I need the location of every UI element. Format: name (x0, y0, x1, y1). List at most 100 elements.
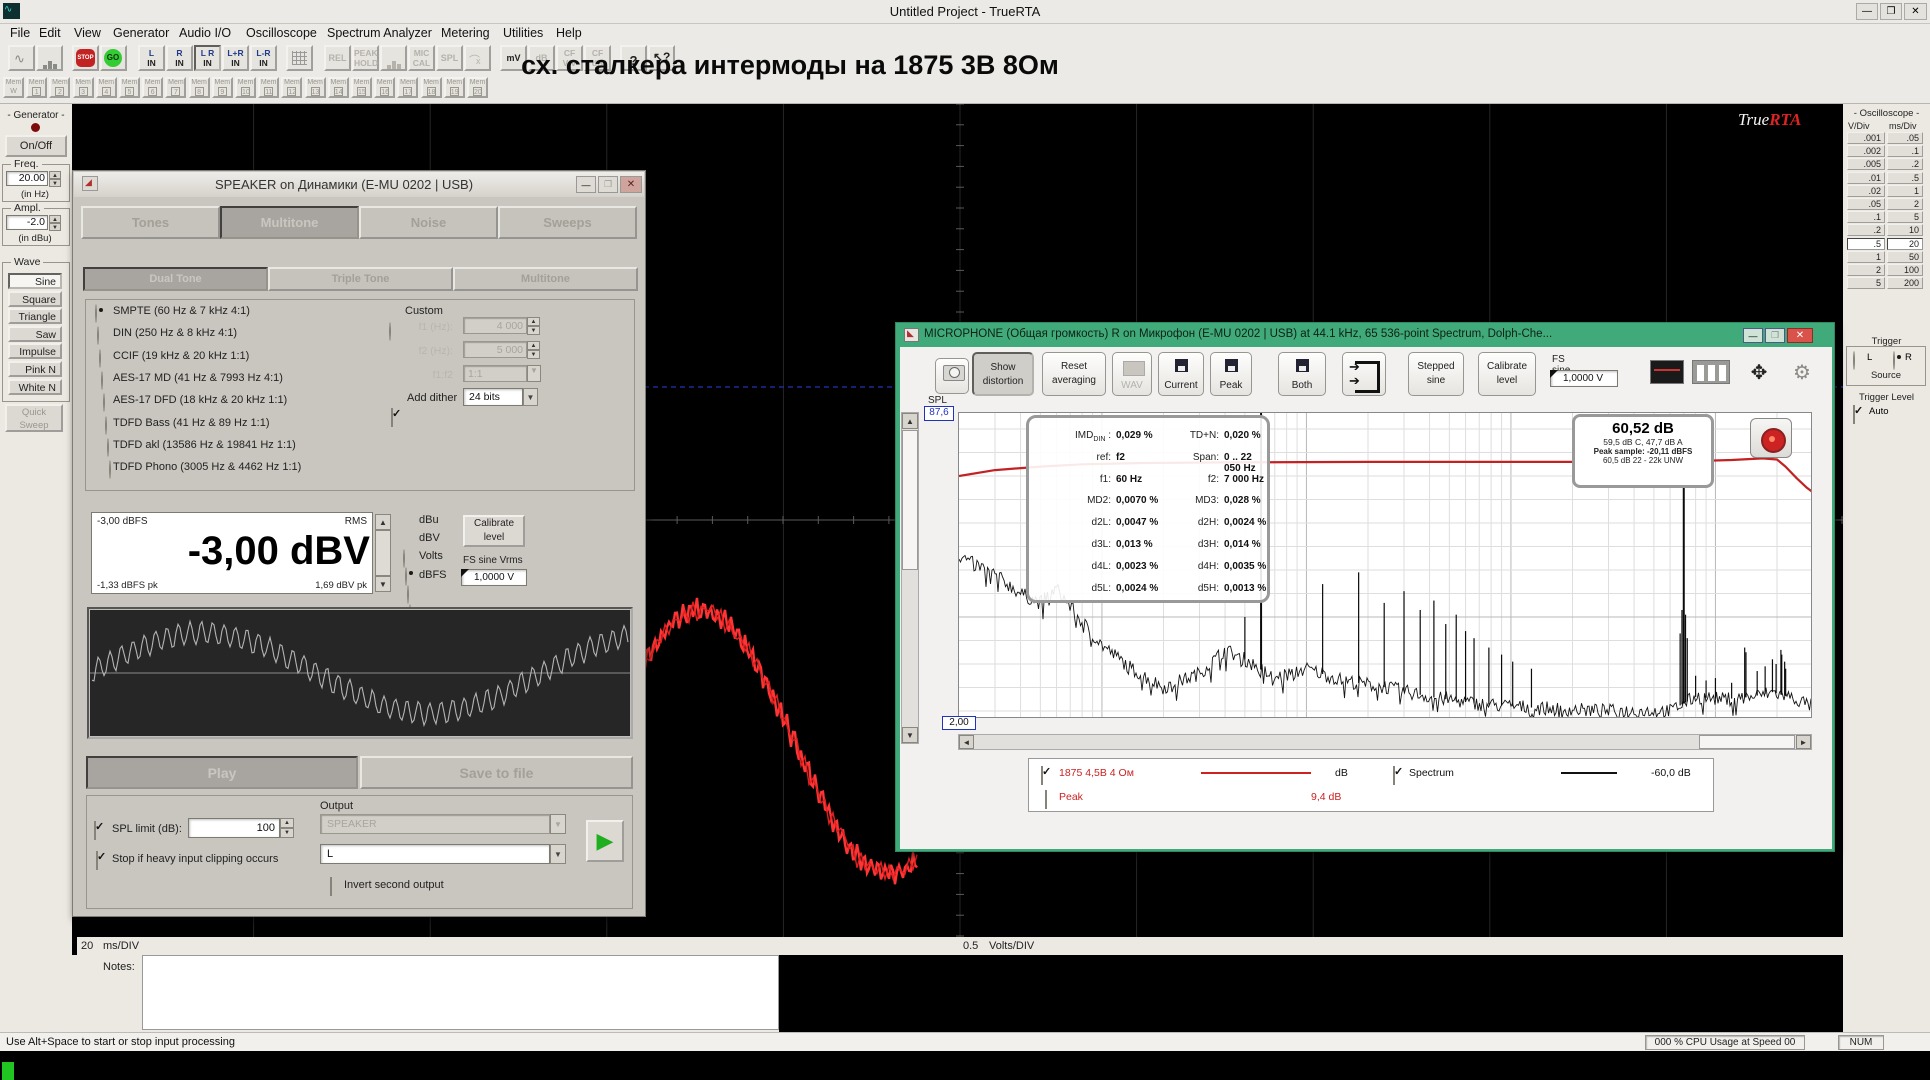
loopback-button[interactable]: ➔ ➔ (1342, 352, 1386, 396)
toolbar-button-L[interactable]: LIN (138, 45, 165, 71)
amplitude-up-spinner[interactable]: ▲ (49, 215, 61, 223)
toolbar-button-L+R[interactable]: L+RIN (222, 45, 249, 71)
save-both-button[interactable]: Both (1278, 352, 1326, 396)
tab-noise[interactable]: Noise (359, 206, 498, 239)
toolbar-button-SPL[interactable]: SPL (436, 45, 463, 71)
tab-multitone[interactable]: Multitone (220, 206, 359, 239)
mem-button-11[interactable]: Mem11 (258, 77, 279, 98)
stop-clipping-checkbox[interactable] (96, 851, 98, 870)
spl-limit-checkbox[interactable] (94, 821, 96, 840)
play-button[interactable]: Play (86, 756, 358, 789)
output-device-dropdown[interactable]: SPEAKER (320, 814, 550, 834)
output-play-button[interactable]: ▶ (586, 820, 624, 862)
level-up-spinner[interactable]: ▲ (375, 514, 391, 530)
hscroll-thumb[interactable] (1699, 735, 1795, 749)
vdiv-button-.1[interactable]: .1 (1847, 211, 1885, 223)
mem-button-15[interactable]: Mem15 (351, 77, 372, 98)
f2-down-spinner[interactable]: ▼ (527, 350, 540, 359)
display-mode-icon[interactable] (1650, 360, 1684, 384)
mem-button-7[interactable]: Mem7 (165, 77, 186, 98)
ratio-dropdown[interactable]: 1:1 (463, 365, 527, 382)
wav-button[interactable]: WAV (1112, 352, 1152, 396)
toolbar-button-sine-wave[interactable]: ∿ (8, 45, 35, 71)
level-spinner-track[interactable] (375, 530, 391, 576)
settings-gear-icon[interactable]: ⚙ (1788, 358, 1816, 386)
menu-item-utilities[interactable]: Utilities (503, 26, 543, 40)
mic-calibrate-level-button[interactable]: Calibrate level (1478, 352, 1536, 396)
output-channel-dropdown[interactable]: L (320, 844, 550, 864)
dither-bits-arrow[interactable]: ▼ (523, 388, 538, 406)
preset-radio-2[interactable] (99, 349, 101, 368)
mem-button-2[interactable]: Mem2 (49, 77, 70, 98)
mem-button-10[interactable]: Mem10 (235, 77, 256, 98)
speaker-dialog-titlebar[interactable]: ◢ SPEAKER on Динамики (E-MU 0202 | USB) … (74, 172, 644, 197)
f1-up-spinner[interactable]: ▲ (527, 317, 540, 326)
mem-button-3[interactable]: Mem3 (73, 77, 94, 98)
subtab-triple-tone[interactable]: Triple Tone (268, 267, 453, 291)
trigger-right-radio[interactable] (1893, 351, 1895, 370)
f1-down-spinner[interactable]: ▼ (527, 326, 540, 335)
wave-button-square[interactable]: Square (8, 291, 62, 307)
save-to-file-button[interactable]: Save to file (360, 756, 633, 789)
msdiv-button-200[interactable]: 200 (1887, 277, 1923, 289)
record-button[interactable] (1750, 418, 1792, 458)
menu-item-spectrumanalyzer[interactable]: Spectrum Analyzer (327, 26, 432, 40)
mic-fs-input[interactable]: 1,0000 V (1550, 370, 1618, 387)
save-current-button[interactable]: Current (1158, 352, 1204, 396)
vdiv-button-.2[interactable]: .2 (1847, 224, 1885, 236)
minimize-button[interactable]: — (1856, 3, 1878, 20)
wave-button-sine[interactable]: Sine (8, 273, 62, 289)
wave-button-pinkn[interactable]: Pink N (8, 361, 62, 377)
mic-minimize-button[interactable]: — (1743, 328, 1763, 343)
series1-checkbox[interactable] (1041, 766, 1043, 785)
spl-down-spinner[interactable]: ▼ (280, 828, 294, 838)
preset-radio-0[interactable] (95, 304, 97, 323)
vdiv-button-2[interactable]: 2 (1847, 264, 1885, 276)
preset-radio-6[interactable] (107, 438, 109, 457)
menu-item-file[interactable]: File (10, 26, 30, 40)
vdiv-button-.005[interactable]: .005 (1847, 158, 1885, 170)
frequency-up-spinner[interactable]: ▲ (49, 171, 61, 179)
wave-button-impulse[interactable]: Impulse (8, 343, 62, 359)
scroll-thumb[interactable] (902, 430, 918, 570)
dither-bits-dropdown[interactable]: 24 bits (463, 388, 523, 406)
unit-radio-volts[interactable] (407, 585, 409, 604)
toolbar-button-MIC[interactable]: MICCAL (408, 45, 435, 71)
preset-radio-7[interactable] (109, 460, 111, 479)
trigger-auto-checkbox[interactable] (1853, 405, 1855, 424)
mem-button-5[interactable]: Mem5 (119, 77, 140, 98)
mem-button-16[interactable]: Mem16 (374, 77, 395, 98)
toolbar-button-spectrum-bars[interactable] (36, 45, 63, 71)
mem-button-4[interactable]: Mem4 (96, 77, 117, 98)
close-button[interactable]: ✕ (1904, 3, 1927, 20)
amplitude-input[interactable]: -2.0 (6, 215, 48, 230)
add-dither-checkbox[interactable] (391, 408, 393, 427)
stepped-sine-button[interactable]: Stepped sine (1408, 352, 1464, 396)
msdiv-button-.05[interactable]: .05 (1887, 132, 1923, 144)
notes-input[interactable] (142, 955, 779, 1030)
vdiv-button-1[interactable]: 1 (1847, 251, 1885, 263)
invert-output-checkbox[interactable] (330, 877, 332, 896)
fs-sine-vrms-input[interactable]: 1,0000 V (461, 569, 527, 586)
mic-maximize-button[interactable]: ❐ (1765, 328, 1785, 343)
reset-averaging-button[interactable]: Reset averaging (1042, 352, 1106, 396)
plot-vertical-scrollbar[interactable]: ▲ ▼ (901, 412, 919, 744)
msdiv-button-50[interactable]: 50 (1887, 251, 1923, 263)
unit-radio-dbu[interactable] (403, 549, 405, 568)
vdiv-button-.5[interactable]: .5 (1847, 238, 1885, 250)
wave-button-triangle[interactable]: Triangle (8, 308, 62, 324)
menu-item-help[interactable]: Help (556, 26, 582, 40)
level-down-spinner[interactable]: ▼ (375, 576, 391, 592)
mem-button-W[interactable]: MemW (3, 77, 24, 98)
vdiv-button-.001[interactable]: .001 (1847, 132, 1885, 144)
trigger-left-radio[interactable] (1853, 351, 1855, 370)
quick-sweep-button[interactable]: Quick Sweep (5, 404, 63, 432)
maximize-button[interactable]: ❐ (1880, 3, 1902, 20)
vdiv-button-5[interactable]: 5 (1847, 277, 1885, 289)
scroll-down-arrow[interactable]: ▼ (902, 727, 918, 743)
mem-button-8[interactable]: Mem8 (189, 77, 210, 98)
ratio-dropdown-arrow[interactable]: ▼ (527, 365, 541, 382)
vdiv-button-.002[interactable]: .002 (1847, 145, 1885, 157)
msdiv-button-.2[interactable]: .2 (1887, 158, 1923, 170)
toolbar-button-STOP[interactable]: STOP (72, 45, 99, 71)
